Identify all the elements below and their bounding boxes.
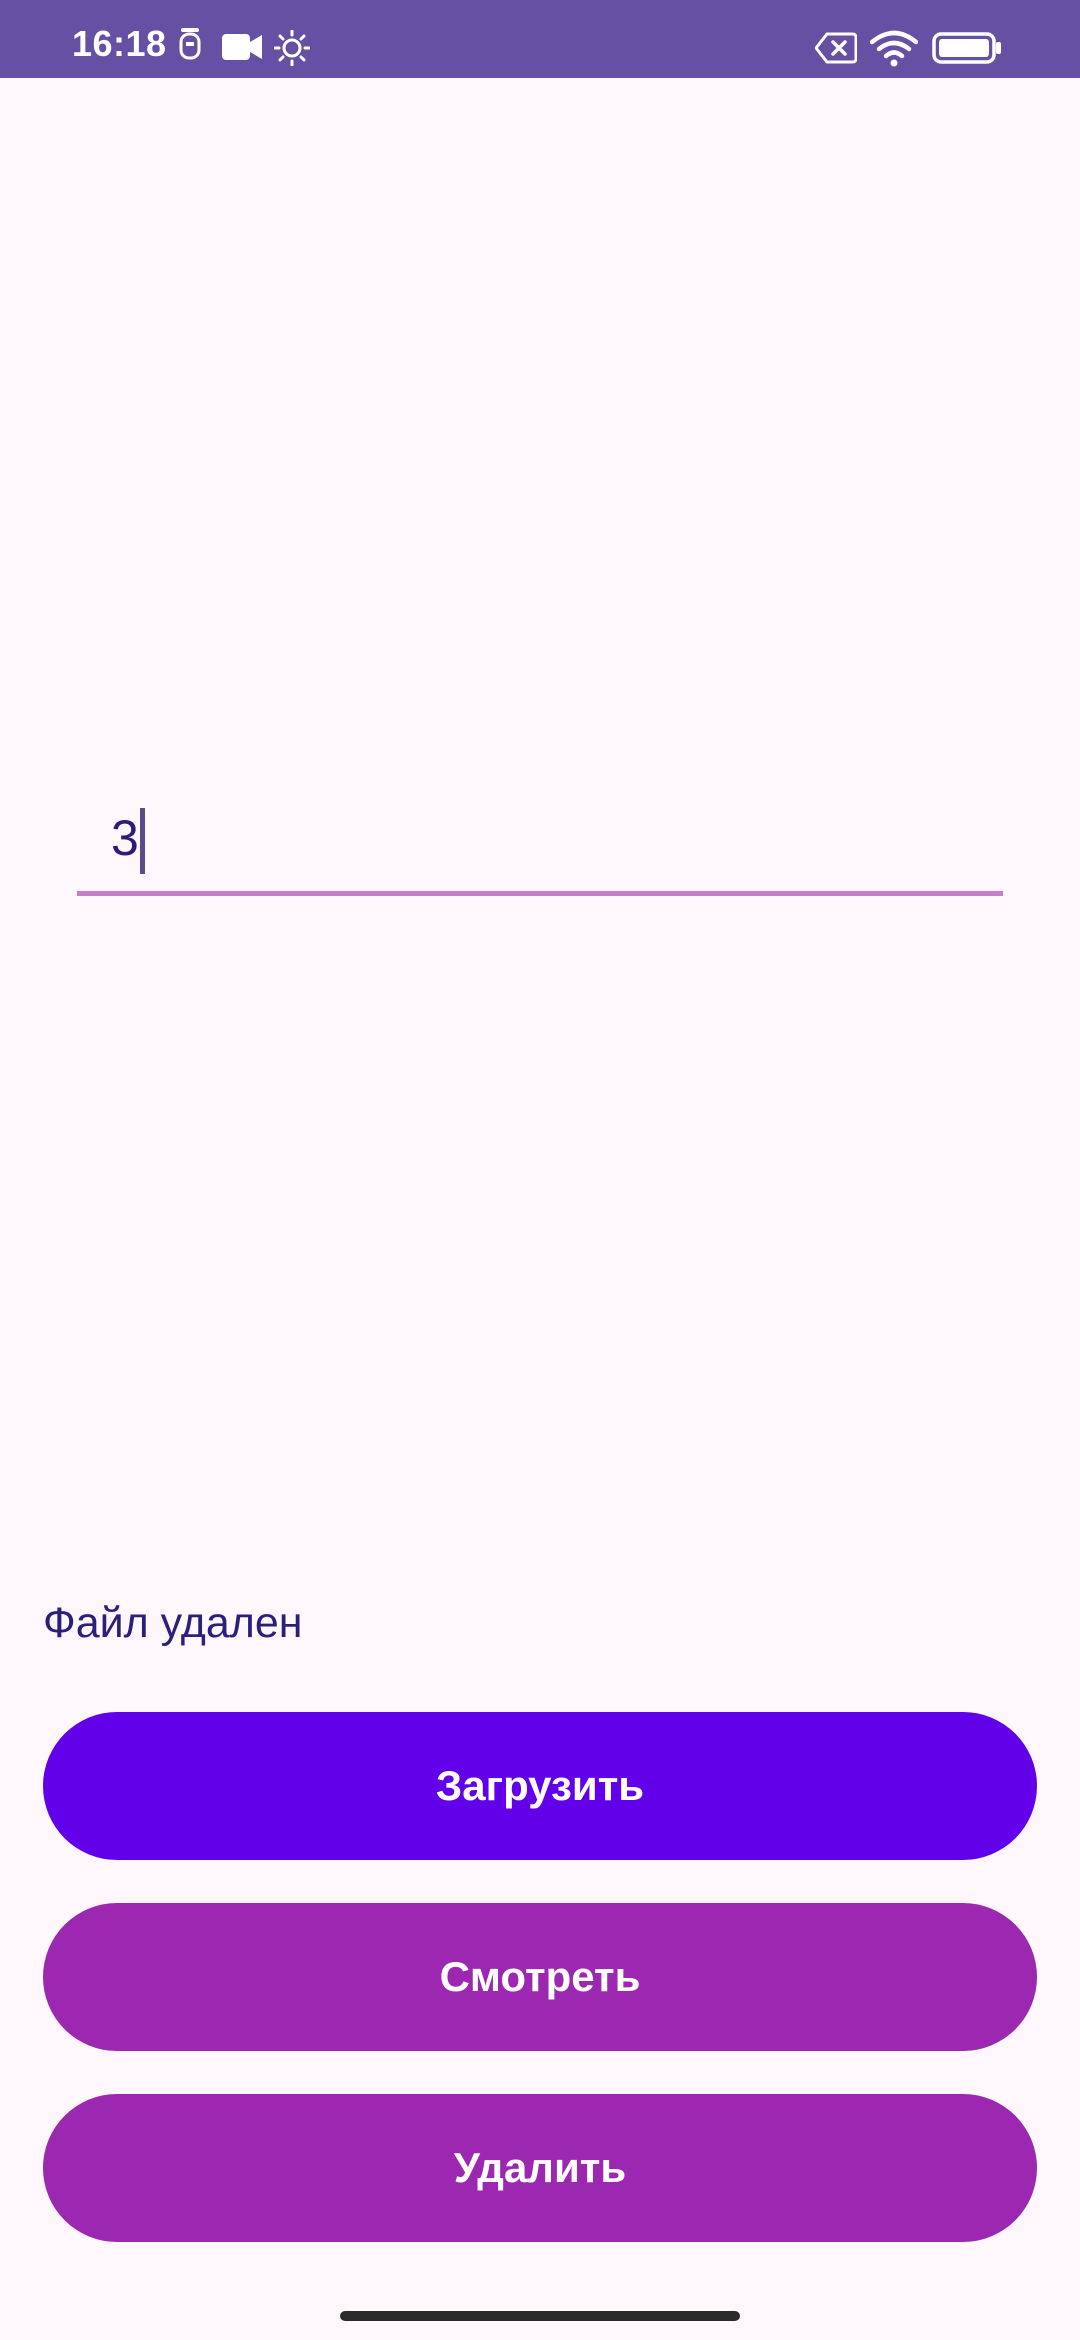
upload-button-label: Загрузить — [435, 1762, 645, 1809]
delete-button-label: Удалить — [453, 2144, 627, 2191]
battery-icon — [932, 32, 1001, 64]
status-message: Файл удален — [43, 1599, 303, 1647]
view-button-label: Смотреть — [439, 1953, 641, 2000]
text-input-value: 3 — [111, 810, 139, 866]
text-input-field[interactable]: 3 — [77, 790, 1003, 896]
notification-icon — [179, 28, 201, 60]
upload-button[interactable]: Загрузить — [43, 1712, 1037, 1860]
home-indicator[interactable] — [340, 2311, 740, 2321]
text-input-underline — [77, 891, 1003, 896]
status-time: 16:18 — [72, 23, 167, 64]
no-sim-icon — [815, 32, 857, 64]
delete-button[interactable]: Удалить — [43, 2094, 1037, 2242]
status-bar: 16:18 — [0, 0, 1080, 78]
view-button[interactable]: Смотреть — [43, 1903, 1037, 2051]
brightness-icon — [274, 30, 310, 66]
text-cursor — [140, 808, 145, 874]
wifi-icon — [870, 30, 918, 67]
video-camera-icon — [222, 34, 262, 60]
